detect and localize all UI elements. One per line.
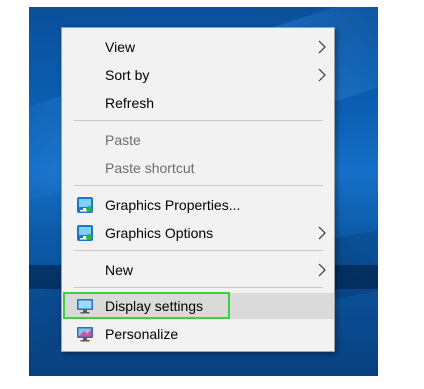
menu-item-label: Graphics Options	[105, 225, 214, 241]
chevron-right-icon	[318, 40, 326, 54]
menu-item-label: Graphics Properties...	[105, 197, 241, 213]
menu-item-label: Refresh	[105, 95, 155, 111]
menu-separator	[74, 250, 323, 251]
desktop-context-menu: View Sort by Refresh Paste Paste shortcu…	[61, 27, 335, 352]
menu-item-label: Paste	[105, 132, 141, 148]
chevron-right-icon	[318, 263, 326, 277]
menu-item-new[interactable]: New	[64, 257, 334, 283]
menu-item-refresh[interactable]: Refresh	[64, 90, 334, 116]
menu-item-label: Personalize	[105, 326, 179, 342]
menu-item-label: Paste shortcut	[105, 160, 195, 176]
menu-separator	[74, 120, 323, 121]
menu-item-sort-by[interactable]: Sort by	[64, 62, 334, 88]
menu-item-view[interactable]: View	[64, 34, 334, 60]
personalize-monitor-icon	[77, 327, 93, 342]
menu-item-personalize[interactable]: Personalize	[64, 321, 334, 347]
chevron-right-icon	[318, 68, 326, 82]
menu-separator	[74, 185, 323, 186]
menu-item-display-settings[interactable]: Display settings	[64, 293, 334, 319]
menu-item-label: Display settings	[105, 298, 204, 314]
chevron-right-icon	[318, 226, 326, 240]
menu-item-label: New	[105, 262, 134, 278]
intel-graphics-icon	[77, 225, 93, 241]
menu-item-label: View	[105, 39, 136, 55]
menu-separator	[74, 287, 323, 288]
display-monitor-icon	[77, 299, 93, 314]
menu-item-graphics-properties[interactable]: Graphics Properties...	[64, 192, 334, 218]
intel-graphics-icon	[77, 197, 93, 213]
menu-item-paste[interactable]: Paste	[64, 127, 334, 153]
screenshot-stage: View Sort by Refresh Paste Paste shortcu…	[0, 0, 424, 389]
menu-item-label: Sort by	[105, 67, 150, 83]
menu-item-graphics-options[interactable]: Graphics Options	[64, 220, 334, 246]
menu-item-paste-shortcut[interactable]: Paste shortcut	[64, 155, 334, 181]
